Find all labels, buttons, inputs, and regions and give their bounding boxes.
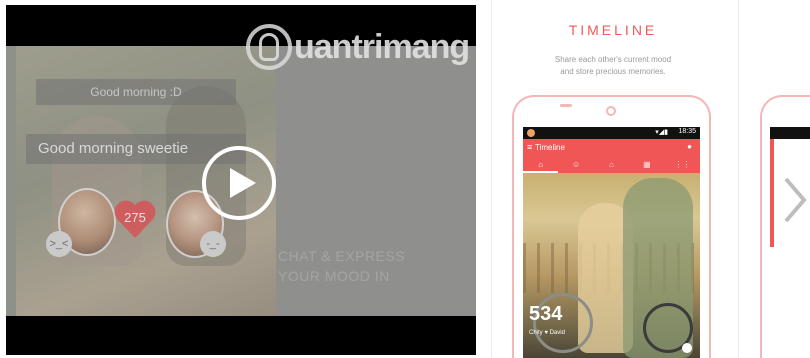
tab-home[interactable]: ⌂ [523, 159, 559, 173]
watermark-text: uantrimang [294, 27, 470, 66]
tile-divider [738, 0, 739, 358]
play-icon [230, 168, 256, 198]
subtitle-line: and store precious memories. [560, 67, 666, 76]
tab-more[interactable]: ⋮⋮ [665, 159, 700, 173]
status-time: 18:35 [678, 128, 696, 135]
app-notification-icon [527, 129, 535, 137]
tab-calendar[interactable]: ▦ [629, 159, 664, 173]
subtitle-line: Share each other's current mood [554, 55, 672, 64]
tab-places[interactable]: ⌂ [594, 159, 629, 173]
phone-camera [606, 106, 616, 116]
bell-icon[interactable]: ● [687, 142, 692, 151]
app-bar: ≡ Timeline ● ⌂ ☺ ⌂ ▦ ⋮⋮ [523, 139, 700, 173]
signal-icon: ▾◢▮ [655, 129, 668, 136]
days-counter: 534 [529, 303, 563, 325]
phone-screen[interactable]: ▾◢▮ 18:35 ≡ Timeline ● ⌂ ☺ ⌂ ▦ ⋮⋮ 534 Ch… [523, 127, 700, 358]
play-button[interactable] [202, 146, 276, 220]
tab-bar: ⌂ ☺ ⌂ ▦ ⋮⋮ [523, 159, 700, 173]
chevron-right-icon[interactable] [780, 175, 810, 225]
tile-divider [491, 0, 492, 358]
couple-names: Chity ♥ David [529, 330, 565, 336]
watermark-logo: uantrimang [246, 24, 470, 70]
status-bar: ▾◢▮ 18:35 [523, 127, 700, 139]
hamburger-menu-icon[interactable]: ≡ [527, 142, 532, 152]
couple-photo: 534 Chity ♥ David [523, 173, 700, 358]
tab-mood[interactable]: ☺ [558, 159, 593, 173]
app-bar-edge [770, 139, 774, 247]
status-bar [770, 127, 810, 139]
feature-subtitle: Share each other's current mood and stor… [498, 54, 728, 78]
action-dot-icon[interactable] [682, 343, 692, 353]
phone-speaker [560, 104, 572, 107]
lightbulb-icon [246, 24, 292, 70]
app-title: Timeline [535, 143, 565, 152]
feature-title: TIMELINE [568, 22, 658, 38]
phone-screen-next [770, 127, 810, 358]
